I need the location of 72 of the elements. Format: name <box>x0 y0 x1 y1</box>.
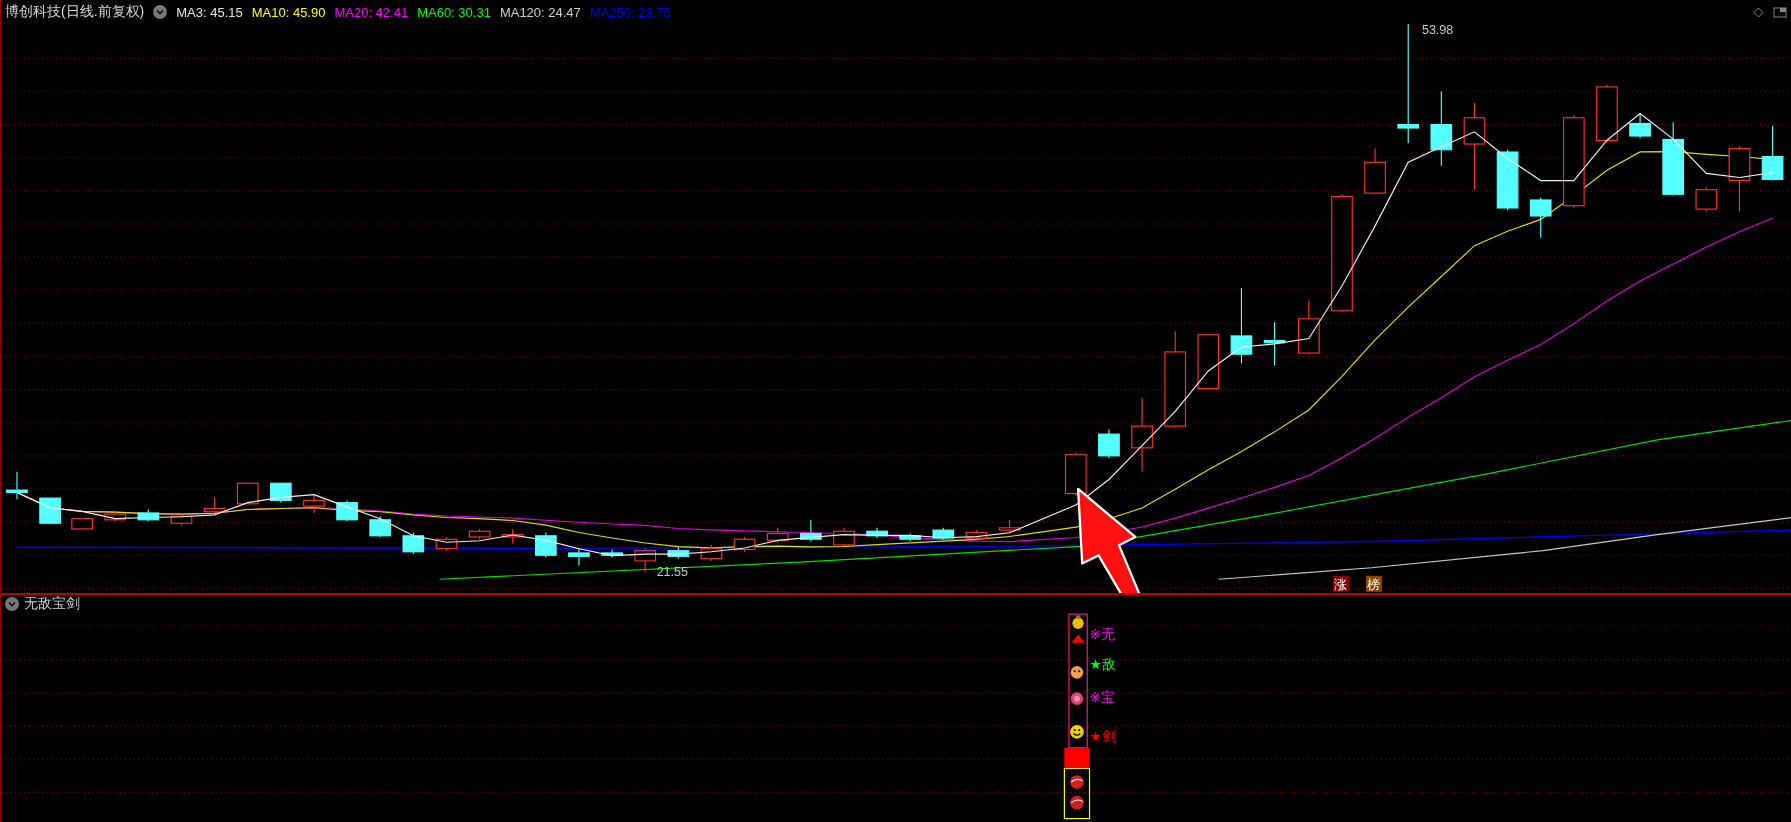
badge: 榜 <box>1365 575 1382 593</box>
candlestick <box>1263 321 1286 367</box>
candlestick <box>998 519 1021 533</box>
moving-average-legend: MA120: 24.47 <box>499 4 581 20</box>
candlestick <box>1629 112 1651 139</box>
candlestick <box>236 482 259 505</box>
ball-icon <box>1070 775 1084 789</box>
indicator-title: 无敌宝剑 <box>24 595 80 613</box>
signal-block <box>1064 747 1090 768</box>
candlestick <box>402 531 425 555</box>
candlestick <box>799 519 822 543</box>
candlestick <box>965 529 988 540</box>
candlestick <box>468 528 491 540</box>
candlestick <box>833 527 855 547</box>
candlestick <box>568 547 590 567</box>
money-bag-icon <box>1072 615 1084 629</box>
triangle-icon <box>1071 634 1085 643</box>
candlestick <box>104 510 127 522</box>
flower-icon <box>1070 692 1084 705</box>
candlestick <box>1761 125 1784 182</box>
candlestick <box>1298 299 1320 355</box>
candlestick <box>1695 186 1718 212</box>
candlestick <box>899 532 922 543</box>
dropdown-icon[interactable] <box>5 597 19 611</box>
candlestick <box>1098 429 1120 459</box>
signal-label: ★剑 <box>1089 728 1116 744</box>
candlestick <box>501 528 524 545</box>
candlestick <box>866 527 888 539</box>
candlestick <box>535 531 557 559</box>
signal-box <box>1063 767 1091 820</box>
signal-label: ※无 <box>1089 627 1115 643</box>
candlestick <box>1529 197 1552 239</box>
candlestick <box>1728 145 1751 212</box>
candlestick <box>435 536 458 552</box>
candlestick <box>634 547 657 573</box>
candlestick <box>601 548 623 559</box>
candlestick <box>766 527 789 544</box>
chart-title: 博创科技(日线.前复权) <box>5 3 145 21</box>
candlestick <box>733 536 756 553</box>
candlestick <box>39 497 61 524</box>
candlestick <box>270 482 292 504</box>
candlestick <box>1496 149 1519 211</box>
moving-average-legend: MA20: 42.41 <box>334 4 409 20</box>
candlestick <box>303 495 325 514</box>
badge: 涨 <box>1332 575 1349 593</box>
window-icon[interactable] <box>1773 6 1787 18</box>
candlestick <box>369 515 392 538</box>
candlestick <box>932 527 955 540</box>
candlestick <box>1596 84 1618 144</box>
candlestick <box>667 546 690 560</box>
candlestick <box>1364 148 1386 195</box>
candlestick <box>1065 451 1087 497</box>
candlestick <box>170 513 193 527</box>
candlestick <box>203 496 226 514</box>
signal-label: ★敌 <box>1089 656 1116 672</box>
sun-face-icon <box>1070 666 1084 679</box>
moving-average-legend: MA60: 30.31 <box>417 4 491 20</box>
candlestick <box>1197 333 1220 391</box>
candlestick <box>71 518 93 530</box>
signal-label: ※宝 <box>1089 690 1115 706</box>
dropdown-icon[interactable] <box>153 5 168 19</box>
moving-average-legend: MA3: 45.15 <box>176 4 243 20</box>
low-price-label: 21.55 <box>656 564 689 579</box>
high-price-label: 53.98 <box>1421 24 1454 38</box>
candlestick <box>6 471 28 500</box>
ball-icon <box>1070 795 1084 810</box>
smiley-icon <box>1070 724 1084 739</box>
candlestick <box>700 544 723 562</box>
candlestick <box>336 499 358 522</box>
candlestick <box>137 508 160 522</box>
moving-average-legend: MA250: 23.75 <box>589 4 671 20</box>
moving-average-legend: MA10: 45.90 <box>251 4 326 20</box>
